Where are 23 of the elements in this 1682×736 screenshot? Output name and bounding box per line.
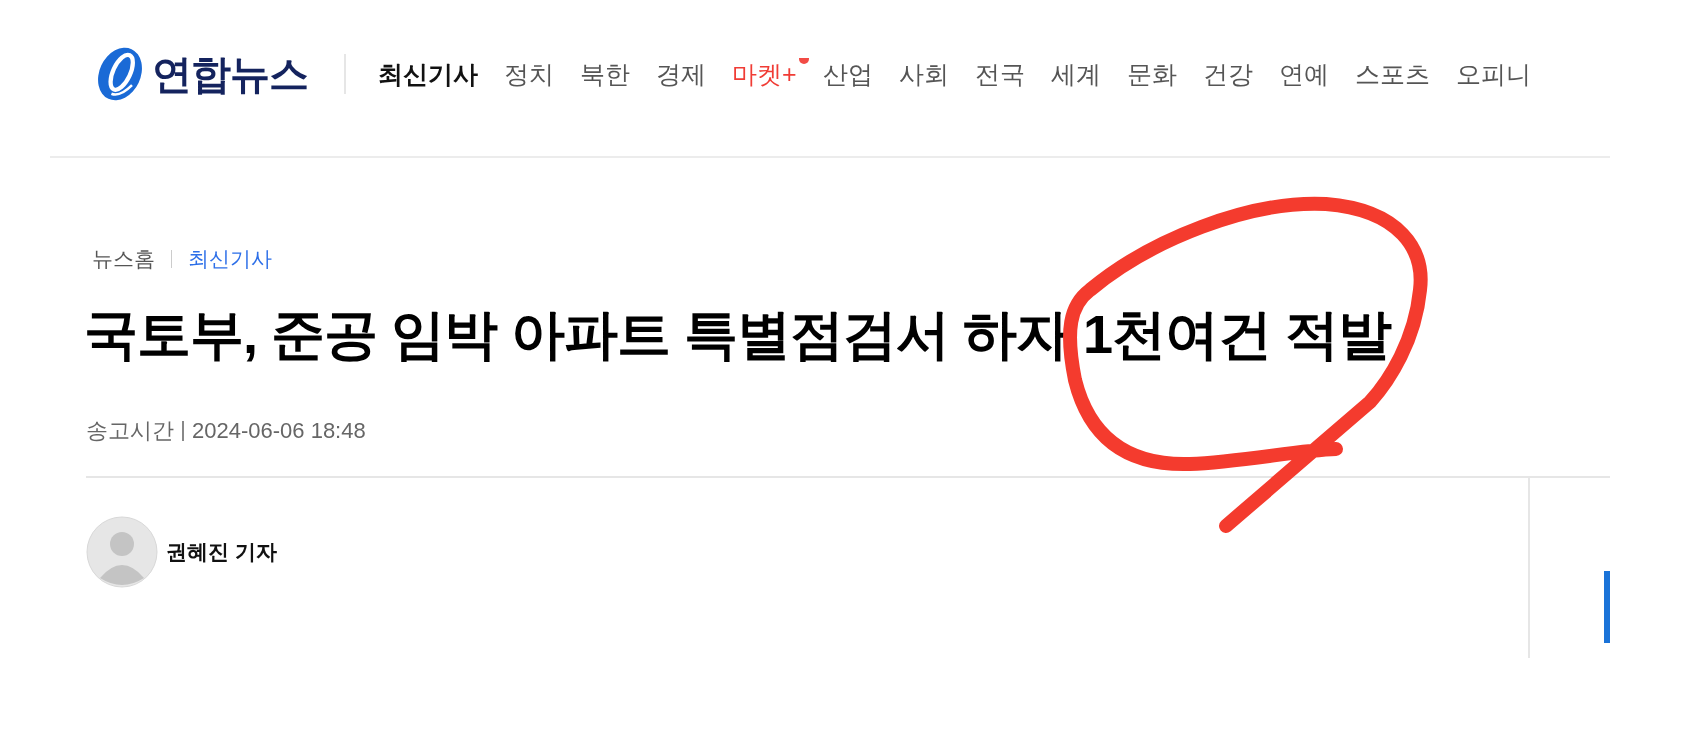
nav-link[interactable]: 북한 <box>580 57 630 91</box>
breadcrumb-link[interactable]: 뉴스홈 <box>92 245 155 273</box>
nav-link[interactable]: 경제 <box>656 57 706 91</box>
sent-time: 2024-06-06 18:48 <box>192 418 366 444</box>
headline: 국토부, 준공 임박 아파트 특별점검서 하자 1천여건 적발 <box>84 303 1393 366</box>
breadcrumb-link[interactable]: 최신기사 <box>188 245 272 273</box>
accent-bar <box>1604 571 1610 643</box>
nav-link[interactable]: 산업 <box>822 57 873 91</box>
avatar-icon <box>86 516 158 588</box>
nav-link[interactable]: 마켓+ <box>732 57 797 91</box>
nav-link[interactable]: 오피니 <box>1455 57 1531 91</box>
nav-link[interactable]: 전국 <box>974 57 1025 91</box>
nav-link[interactable]: 사회 <box>898 57 949 91</box>
author-name[interactable]: 권혜진 기자 <box>166 538 277 566</box>
nav-link[interactable]: 연예 <box>1278 57 1329 91</box>
nav-link[interactable]: 세계 <box>1050 57 1101 91</box>
logo-text[interactable]: 연합뉴스 <box>152 46 308 102</box>
nav-link[interactable]: 최신기사 <box>378 57 478 91</box>
sent-time-label: 송고시간 <box>86 417 174 445</box>
nav-link[interactable]: 정치 <box>504 57 554 91</box>
nav-link[interactable]: 문화 <box>1126 57 1177 91</box>
nav-link[interactable]: 건강 <box>1202 57 1253 91</box>
nav-link[interactable]: 스포츠 <box>1354 57 1430 91</box>
